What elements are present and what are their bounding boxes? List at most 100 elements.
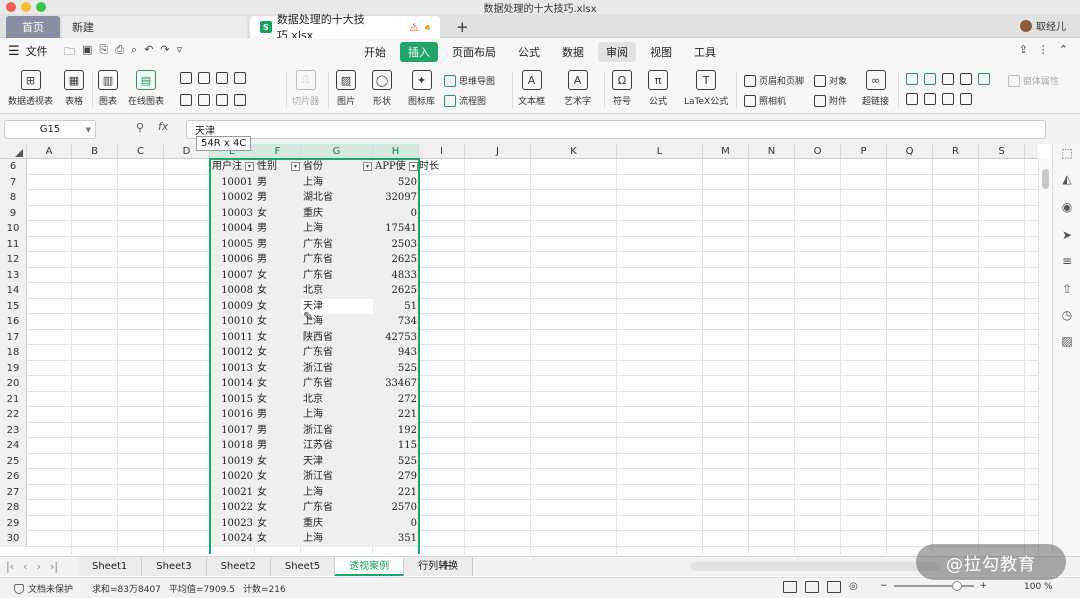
close-window-button[interactable] — [6, 2, 16, 12]
row-header[interactable]: 13 — [0, 267, 27, 283]
collapse-ribbon-icon[interactable]: ⌃ — [1059, 43, 1068, 56]
page-break-view-icon[interactable] — [805, 581, 819, 593]
column-header-h[interactable]: H — [373, 144, 419, 159]
row-header[interactable]: 23 — [0, 422, 27, 438]
gender-cell[interactable]: 女 — [255, 515, 301, 531]
app-usage-cell[interactable]: 520 — [373, 174, 419, 190]
stock-chart-icon[interactable] — [198, 94, 210, 106]
row-header[interactable]: 20 — [0, 376, 27, 392]
app-usage-cell[interactable]: 2503 — [373, 236, 419, 252]
province-cell[interactable]: 北京 — [301, 391, 373, 407]
sheet-tab-2[interactable]: Sheet2 — [206, 557, 271, 576]
gender-cell[interactable]: 女 — [255, 469, 301, 485]
row-header[interactable]: 8 — [0, 190, 27, 206]
column-header-o[interactable]: O — [795, 144, 841, 159]
app-usage-cell[interactable]: 734 — [373, 314, 419, 330]
more-icon[interactable]: ⋮ — [1038, 43, 1049, 56]
tab-start[interactable]: 开始 — [356, 42, 394, 62]
add-sheet-button[interactable]: + — [440, 558, 452, 574]
gender-cell[interactable]: 男 — [255, 236, 301, 252]
province-cell[interactable]: 上海 — [301, 531, 373, 547]
tab-insert[interactable]: 插入 — [400, 42, 438, 62]
tab-home[interactable]: 首页 — [6, 16, 60, 38]
row-header[interactable]: 30 — [0, 531, 27, 547]
tab-document[interactable]: S 数据处理的十大技巧.xlsx ⚠ — [250, 13, 440, 42]
print-preview-icon[interactable]: ⌕ — [131, 43, 137, 62]
province-cell[interactable]: 广东省 — [301, 252, 373, 268]
shape-button[interactable]: ◯ 形状 — [372, 70, 392, 107]
combobox-control-icon[interactable] — [906, 93, 918, 105]
gender-cell[interactable]: 女 — [255, 453, 301, 469]
province-cell[interactable]: 重庆 — [301, 515, 373, 531]
user-id-cell[interactable]: 10013 — [210, 360, 255, 376]
gender-header[interactable]: 性别 ▾ — [255, 159, 301, 175]
history-icon[interactable]: ◷ — [1060, 308, 1074, 322]
table-button[interactable]: ▦ 表格 — [64, 70, 84, 107]
app-usage-cell[interactable]: 0 — [373, 515, 419, 531]
app-usage-header[interactable]: APP使 ▾ — [373, 159, 419, 175]
camera-button[interactable]: 照相机 — [744, 94, 786, 107]
select-objects-icon[interactable]: ⬚ — [1060, 146, 1074, 160]
province-cell[interactable]: 上海 — [301, 174, 373, 190]
row-header[interactable]: 15 — [0, 298, 27, 314]
gender-cell[interactable]: 女 — [255, 329, 301, 345]
column-header-k[interactable]: K — [531, 144, 617, 159]
gender-cell[interactable]: 女 — [255, 283, 301, 299]
user-id-cell[interactable]: 10001 — [210, 174, 255, 190]
symbol-button[interactable]: Ω 符号 — [612, 70, 632, 107]
warning-icon[interactable]: ⚠ — [409, 21, 419, 34]
export-icon[interactable]: ⎘ — [99, 43, 108, 62]
row-header[interactable]: 28 — [0, 500, 27, 516]
row-header[interactable]: 25 — [0, 453, 27, 469]
icon-library-button[interactable]: ✦ 图标库 — [408, 70, 435, 107]
sheet-tab-0[interactable]: Sheet1 — [78, 557, 143, 576]
user-id-cell[interactable]: 10003 — [210, 205, 255, 221]
app-usage-cell[interactable]: 279 — [373, 469, 419, 485]
app-usage-cell[interactable]: 943 — [373, 345, 419, 361]
user-id-cell[interactable]: 10011 — [210, 329, 255, 345]
province-cell[interactable]: 上海 — [301, 407, 373, 423]
tab-view[interactable]: 视图 — [642, 42, 680, 62]
backup-icon[interactable]: ◉ — [1060, 200, 1074, 214]
tab-page-layout[interactable]: 页面布局 — [444, 42, 504, 62]
user-id-cell[interactable]: 10016 — [210, 407, 255, 423]
image-panel-icon[interactable]: ▨ — [1060, 334, 1074, 348]
province-cell[interactable]: 广东省 — [301, 236, 373, 252]
bar-chart-small-icon[interactable] — [198, 72, 210, 84]
row-header[interactable]: 22 — [0, 407, 27, 423]
name-box[interactable]: G15 ▼ — [4, 120, 96, 139]
online-chart-button[interactable]: ▤ 在线图表 — [128, 70, 164, 107]
chart-button[interactable]: ▥ 图表 — [98, 70, 118, 107]
share-panel-icon[interactable]: ⇧ — [1060, 282, 1074, 296]
filter-dropdown-icon[interactable]: ▾ — [291, 162, 300, 172]
column-header-l[interactable]: L — [617, 144, 703, 159]
province-cell[interactable]: 浙江省 — [301, 469, 373, 485]
app-usage-cell[interactable]: 351 — [373, 531, 419, 547]
user-id-cell[interactable]: 10004 — [210, 221, 255, 237]
user-id-cell[interactable]: 10023 — [210, 515, 255, 531]
province-cell[interactable]: 广东省 — [301, 345, 373, 361]
donut-chart-icon[interactable] — [216, 94, 228, 106]
first-sheet-icon[interactable]: |‹ — [6, 560, 14, 573]
search-icon[interactable]: ⚲ — [136, 121, 144, 134]
app-usage-cell[interactable]: 32097 — [373, 190, 419, 206]
header-footer-button[interactable]: 页眉和页脚 — [744, 74, 804, 87]
row-header[interactable]: 12 — [0, 252, 27, 268]
sheet-tab-5[interactable]: 行列转换 — [404, 557, 474, 576]
province-cell[interactable]: 浙江省 — [301, 422, 373, 438]
column-header-b[interactable]: B — [72, 144, 118, 159]
prev-sheet-icon[interactable]: ‹ — [23, 560, 27, 573]
zoom-slider-thumb[interactable] — [951, 581, 962, 591]
tab-formulas[interactable]: 公式 — [510, 42, 548, 62]
province-cell[interactable]: 天津 — [301, 453, 373, 469]
zoom-out-icon[interactable]: − — [880, 581, 888, 591]
tab-review[interactable]: 审阅 — [598, 42, 636, 62]
app-usage-cell[interactable]: 115 — [373, 438, 419, 454]
add-tab-button[interactable]: + — [446, 16, 479, 38]
maximize-window-button[interactable] — [36, 2, 46, 12]
radio-control-icon[interactable] — [978, 73, 990, 85]
share-icon[interactable]: ⇪ — [1019, 43, 1028, 56]
row-header[interactable]: 18 — [0, 345, 27, 361]
gender-cell[interactable]: 女 — [255, 298, 301, 314]
gender-cell[interactable]: 男 — [255, 438, 301, 454]
